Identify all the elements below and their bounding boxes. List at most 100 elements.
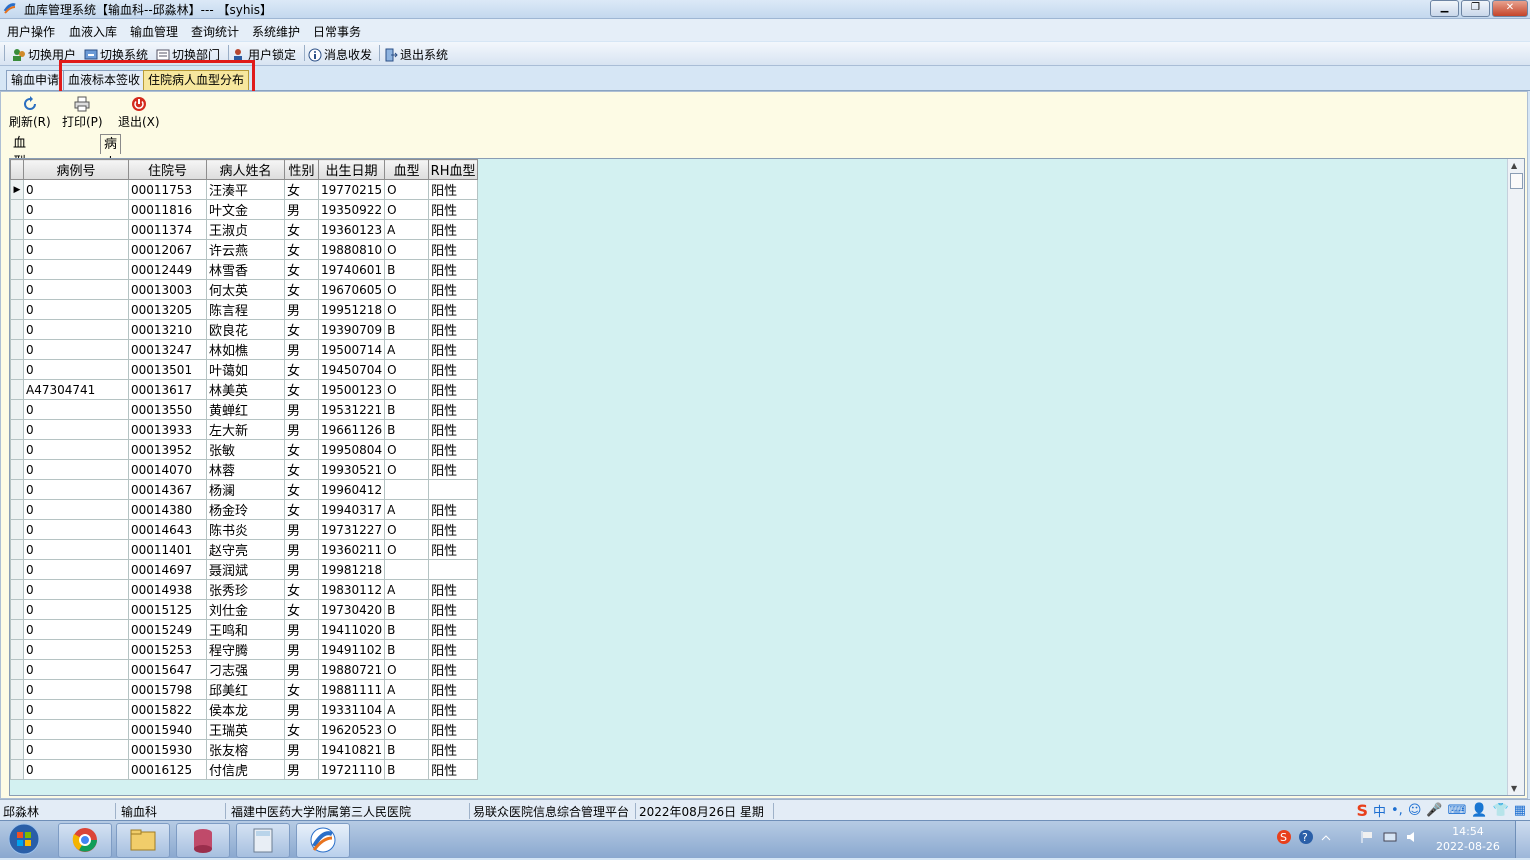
cell-rh-type[interactable]: 阳性 <box>428 659 479 680</box>
cell-case-no[interactable]: 0 <box>23 699 129 720</box>
cell-gender[interactable]: 男 <box>284 559 319 580</box>
cell-blood-type[interactable]: B <box>384 739 430 760</box>
row-header[interactable] <box>10 239 24 260</box>
cell-gender[interactable]: 男 <box>284 339 319 360</box>
cell-blood-type[interactable]: O <box>384 379 430 400</box>
show-desktop-button[interactable] <box>1515 821 1530 858</box>
table-row[interactable]: 0 00011816 叶文金男 19350922 O 阳性 <box>10 199 479 220</box>
table-row[interactable]: 0 00014697 聂润斌男 19981218 <box>10 559 479 580</box>
cell-patient-name[interactable]: 陈书炎 <box>206 519 285 540</box>
row-header[interactable] <box>10 639 24 660</box>
row-header[interactable] <box>10 499 24 520</box>
cell-rh-type[interactable]: 阳性 <box>428 519 479 540</box>
cell-case-no[interactable]: 0 <box>23 759 129 780</box>
cell-blood-type[interactable]: O <box>384 459 430 480</box>
cell-gender[interactable]: 女 <box>284 279 319 300</box>
cell-case-no[interactable]: A47304741 <box>23 379 129 400</box>
cell-rh-type[interactable]: 阳性 <box>428 179 479 200</box>
table-row[interactable]: 0 00015647 刁志强男 19880721 O 阳性 <box>10 659 479 680</box>
cell-case-no[interactable]: 0 <box>23 419 129 440</box>
cell-patient-name[interactable]: 陈言程 <box>206 299 285 320</box>
row-header[interactable] <box>10 339 24 360</box>
cell-admission-no[interactable]: 00015798 <box>128 679 207 700</box>
table-row[interactable]: ▶ 0 00011753 汪湊平女 19770215 O 阳性 <box>10 179 479 200</box>
cell-admission-no[interactable]: 00015647 <box>128 659 207 680</box>
cell-gender[interactable]: 男 <box>284 639 319 660</box>
cell-birth-date[interactable]: 19731227 <box>317 519 386 540</box>
table-row[interactable]: 0 00013933 左大新男 19661126 B 阳性 <box>10 419 479 440</box>
ime-account-icon[interactable]: 👤 <box>1471 803 1487 818</box>
ime-skin-icon[interactable]: 👕 <box>1493 803 1509 818</box>
table-row[interactable]: 0 00013501 叶蔼如女 19450704 O 阳性 <box>10 359 479 380</box>
cell-gender[interactable]: 女 <box>284 499 319 520</box>
cell-gender[interactable]: 女 <box>284 479 319 500</box>
cell-rh-type[interactable]: 阳性 <box>428 379 479 400</box>
cell-admission-no[interactable]: 00011816 <box>128 199 207 220</box>
taskbar-explorer-icon[interactable] <box>116 823 170 858</box>
cell-blood-type[interactable]: O <box>384 179 430 200</box>
cell-patient-name[interactable]: 林美英 <box>206 379 285 400</box>
cell-rh-type[interactable]: 阳性 <box>428 599 479 620</box>
table-row[interactable]: 0 00015253 程守腾男 19491102 B 阳性 <box>10 639 479 660</box>
cell-gender[interactable]: 女 <box>284 719 319 740</box>
cell-gender[interactable]: 男 <box>284 619 319 640</box>
tray-volume-icon[interactable] <box>1405 830 1419 844</box>
cell-birth-date[interactable]: 19930521 <box>317 459 386 480</box>
cell-rh-type[interactable]: 阳性 <box>428 579 479 600</box>
cell-rh-type[interactable]: 阳性 <box>428 319 479 340</box>
patient-blood-grid[interactable]: 病例号 住院号 病人姓名 性别 出生日期 血型 RH血型 ▶ 0 00011753 汪… <box>9 158 1525 796</box>
cell-blood-type[interactable]: B <box>384 759 430 780</box>
sogou-logo-icon[interactable]: S <box>1356 801 1368 820</box>
row-header[interactable] <box>10 419 24 440</box>
cell-gender[interactable]: 女 <box>284 239 319 260</box>
cell-birth-date[interactable]: 19881111 <box>317 679 386 700</box>
cell-case-no[interactable]: 0 <box>23 439 129 460</box>
ime-keyboard-icon[interactable]: ⌨ <box>1448 803 1467 818</box>
tab-blood-type-stats[interactable]: 血型分布统计 <box>10 134 29 246</box>
table-row[interactable]: 0 00015249 王鸣和男 19411020 B 阳性 <box>10 619 479 640</box>
col-patient-name[interactable]: 病人姓名 <box>206 159 285 180</box>
cell-patient-name[interactable]: 汪湊平 <box>206 179 285 200</box>
cell-admission-no[interactable]: 00014938 <box>128 579 207 600</box>
tab-transfusion-request[interactable]: 输血申请 <box>6 70 65 90</box>
cell-admission-no[interactable]: 00014380 <box>128 499 207 520</box>
table-row[interactable]: 0 00013550 黄蝉红男 19531221 B 阳性 <box>10 399 479 420</box>
cell-patient-name[interactable]: 欧良花 <box>206 319 285 340</box>
cell-gender[interactable]: 女 <box>284 579 319 600</box>
tray-network-icon[interactable] <box>1383 830 1397 844</box>
cell-gender[interactable]: 男 <box>284 299 319 320</box>
refresh-button[interactable]: 刷新(R) <box>9 96 51 130</box>
cell-patient-name[interactable]: 张秀珍 <box>206 579 285 600</box>
cell-rh-type[interactable]: 阳性 <box>428 299 479 320</box>
cell-birth-date[interactable]: 19500714 <box>317 339 386 360</box>
cell-blood-type[interactable]: A <box>384 679 430 700</box>
row-header[interactable] <box>10 359 24 380</box>
row-header[interactable] <box>10 599 24 620</box>
menu-blood-inbound[interactable]: 血液入库 <box>69 23 117 40</box>
cell-patient-name[interactable]: 王瑞英 <box>206 719 285 740</box>
cell-patient-name[interactable]: 赵守亮 <box>206 539 285 560</box>
table-row[interactable]: 0 00014380 杨金玲女 19940317 A 阳性 <box>10 499 479 520</box>
cell-rh-type[interactable]: 阳性 <box>428 499 479 520</box>
cell-patient-name[interactable]: 许云燕 <box>206 239 285 260</box>
cell-blood-type[interactable] <box>384 559 430 580</box>
menu-system-maintenance[interactable]: 系统维护 <box>252 23 300 40</box>
cell-case-no[interactable]: 0 <box>23 339 129 360</box>
cell-admission-no[interactable]: 00015253 <box>128 639 207 660</box>
close-button[interactable]: ✕ <box>1492 0 1528 17</box>
cell-blood-type[interactable]: O <box>384 439 430 460</box>
row-header[interactable] <box>10 219 24 240</box>
cell-admission-no[interactable]: 00014070 <box>128 459 207 480</box>
taskbar-calculator-icon[interactable] <box>236 823 290 858</box>
cell-rh-type[interactable]: 阳性 <box>428 199 479 220</box>
cell-case-no[interactable]: 0 <box>23 479 129 500</box>
taskbar-chrome-icon[interactable] <box>58 823 112 858</box>
col-case-no[interactable]: 病例号 <box>23 159 129 180</box>
cell-rh-type[interactable]: 阳性 <box>428 359 479 380</box>
ime-voice-icon[interactable]: 🎤 <box>1426 803 1442 818</box>
cell-blood-type[interactable]: B <box>384 259 430 280</box>
row-header[interactable] <box>10 579 24 600</box>
table-row[interactable]: 0 00014070 林蓉女 19930521 O 阳性 <box>10 459 479 480</box>
cell-patient-name[interactable]: 侯本龙 <box>206 699 285 720</box>
cell-birth-date[interactable]: 19531221 <box>317 399 386 420</box>
